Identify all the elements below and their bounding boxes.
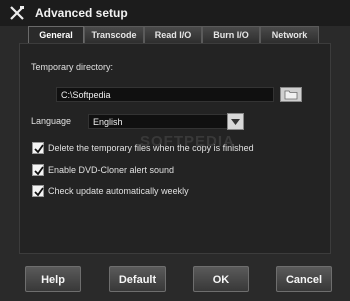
alert-sound-label: Enable DVD-Cloner alert sound (48, 165, 175, 175)
checkmark-icon (34, 144, 44, 154)
temp-dir-label: Temporary directory: (31, 62, 114, 72)
title-bar: Advanced setup (0, 0, 350, 26)
chevron-down-icon (231, 119, 240, 125)
delete-temp-label: Delete the temporary files when the copy… (48, 143, 254, 153)
language-dropdown-button[interactable] (227, 113, 244, 130)
tab-transcode[interactable]: Transcode (84, 26, 144, 43)
delete-temp-checkbox[interactable] (32, 142, 44, 154)
window-title: Advanced setup (35, 6, 128, 20)
language-label: Language (31, 116, 72, 126)
cancel-button[interactable]: Cancel (276, 266, 332, 292)
ok-button[interactable]: OK (193, 266, 249, 292)
help-button[interactable]: Help (25, 266, 81, 292)
checkmark-icon (34, 187, 44, 197)
folder-icon (284, 90, 298, 100)
browse-folder-button[interactable] (280, 87, 302, 102)
tab-burn-io[interactable]: Burn I/O (202, 26, 260, 43)
tools-icon (10, 6, 24, 20)
tab-bar: General Transcode Read I/O Burn I/O Netw… (28, 26, 319, 43)
tab-read-io[interactable]: Read I/O (144, 26, 202, 43)
language-select[interactable]: English (88, 114, 228, 129)
checkmark-icon (34, 166, 44, 176)
weekly-update-checkbox[interactable] (32, 185, 44, 197)
temp-dir-input[interactable]: C:\Softpedia (56, 87, 274, 102)
tab-general[interactable]: General (28, 26, 84, 43)
alert-sound-checkbox[interactable] (32, 164, 44, 176)
default-button[interactable]: Default (109, 266, 166, 292)
tab-network[interactable]: Network (260, 26, 319, 43)
weekly-update-label: Check update automatically weekly (48, 186, 189, 196)
